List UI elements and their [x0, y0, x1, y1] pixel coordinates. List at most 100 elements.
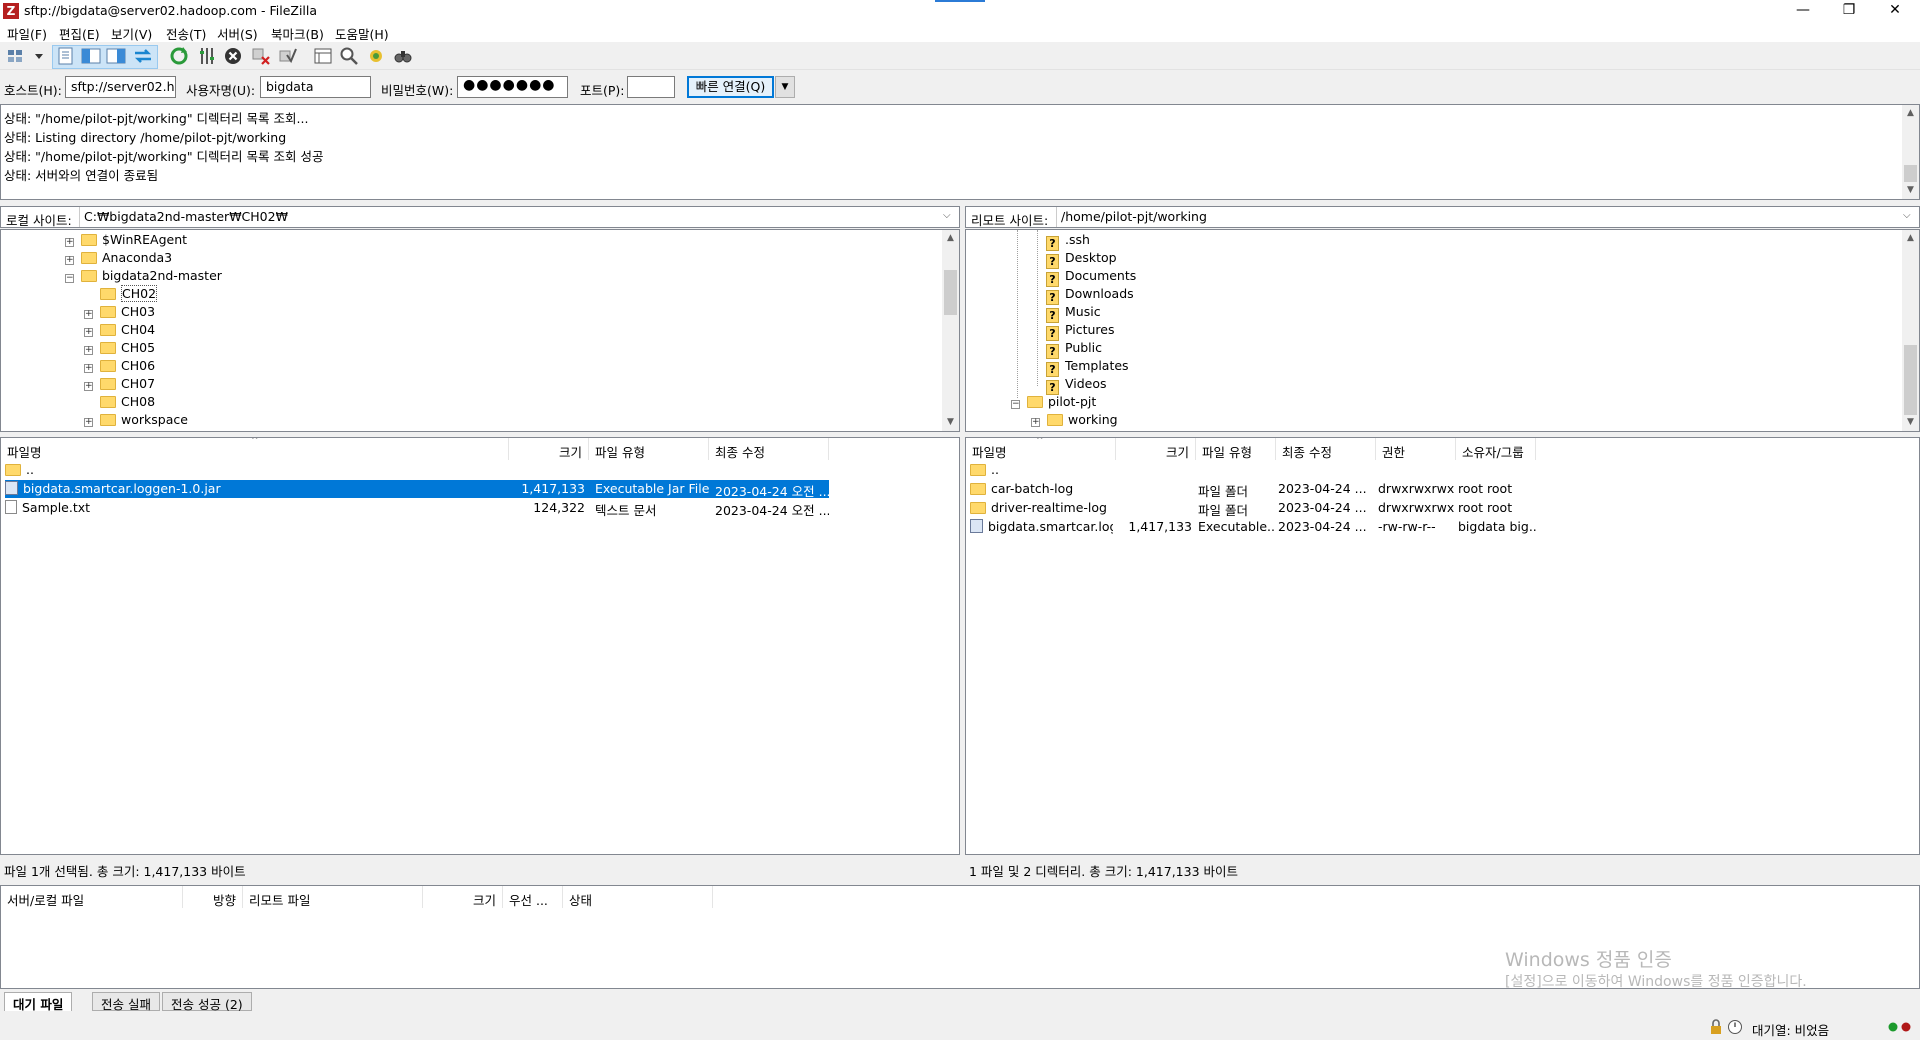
local-tree-node[interactable]: + CH06 [84, 358, 155, 376]
minimize-button[interactable]: — [1780, 0, 1826, 22]
remote-tree-node[interactable]: ? Downloads [1046, 286, 1134, 305]
remote-path-dropdown-icon[interactable]: ⌵ [1903, 210, 1911, 221]
local-col-size[interactable]: 크기 [509, 438, 589, 460]
menu-edit[interactable]: 편집(E) [59, 24, 100, 43]
local-tree-node[interactable]: + CH07 [84, 376, 155, 394]
remote-col-size[interactable]: 크기 [1116, 438, 1196, 460]
tree-expander-icon[interactable]: − [65, 274, 74, 283]
process-queue-icon[interactable] [196, 45, 218, 67]
local-tree-node[interactable]: + CH05 [84, 340, 155, 358]
file-row[interactable]: driver-realtime-log 파일 폴더 2023-04-24 ... dr… [970, 499, 1540, 518]
file-row[interactable]: Sample.txt 124,322 텍스트 문서 2023-04-24 오전 ... [5, 499, 829, 518]
file-row[interactable]: bigdata.smartcar.loggen-1.0.jar 1,417,133… [5, 480, 829, 499]
dropdown-arrow-icon[interactable] [28, 45, 43, 67]
tree-expander-icon[interactable]: + [84, 328, 93, 337]
remote-col-type[interactable]: 파일 유형 [1196, 438, 1276, 460]
remote-tree-node[interactable]: ? Public [1046, 340, 1102, 359]
toggle-local-tree-icon[interactable] [80, 45, 102, 67]
speed-limit-icon[interactable] [1727, 1019, 1743, 1035]
menu-transfer[interactable]: 전송(T) [166, 24, 206, 43]
quickconnect-history-dropdown[interactable]: ▼ [775, 76, 795, 98]
tab-successful-transfers[interactable]: 전송 성공 (2) [162, 992, 252, 1012]
remote-tree-node[interactable]: + working [1031, 412, 1118, 430]
remote-tree-node[interactable]: ? .ssh [1046, 232, 1090, 251]
file-row[interactable]: bigdata.smartcar.logg... 1,417,133 Executa… [970, 518, 1540, 536]
sync-browse-icon[interactable] [365, 45, 387, 67]
remote-col-modified[interactable]: 최종 수정 [1276, 438, 1376, 460]
remote-tree-node[interactable]: ? Documents [1046, 268, 1136, 287]
remote-tree-node[interactable]: ? Templates [1046, 358, 1129, 377]
file-row[interactable]: car-batch-log 파일 폴더 2023-04-24 ... drwxrwxr… [970, 480, 1540, 499]
toggle-compare-icon[interactable] [338, 45, 360, 67]
remote-path-input[interactable]: /home/pilot-pjt/working [1056, 207, 1916, 227]
toggle-remote-tree-icon[interactable] [105, 45, 127, 67]
menu-file[interactable]: 파일(F) [7, 24, 47, 43]
maximize-button[interactable]: ❐ [1826, 0, 1872, 22]
queue-col-status[interactable]: 상태 [563, 886, 713, 908]
remote-site-label: 리모트 사이트: [971, 213, 1049, 228]
port-input[interactable] [627, 76, 675, 98]
tree-expander-icon[interactable]: + [84, 310, 93, 319]
queue-col-priority[interactable]: 우선 ... [503, 886, 563, 908]
tree-expander-icon[interactable]: + [1031, 418, 1040, 427]
local-tree-node[interactable]: CH02 [84, 285, 158, 304]
local-tree-node[interactable]: + CH04 [84, 322, 155, 340]
cancel-icon[interactable] [222, 45, 244, 67]
file-row[interactable]: .. [5, 461, 829, 479]
site-manager-icon[interactable] [5, 45, 27, 67]
file-row[interactable]: .. [970, 461, 1540, 479]
reconnect-icon[interactable] [276, 45, 298, 67]
directory-listing-filters-icon[interactable] [312, 45, 334, 67]
host-input[interactable]: sftp://server02.hadoop.com [65, 76, 176, 98]
search-icon[interactable] [392, 45, 414, 67]
unknown-folder-icon: ? [1046, 380, 1059, 395]
local-tree-node[interactable]: + Anaconda3 [65, 250, 172, 268]
local-tree-node[interactable]: − bigdata2nd-master [65, 268, 222, 286]
remote-tree-node[interactable]: ? Pictures [1046, 322, 1115, 341]
remote-tree-node[interactable]: ? Videos [1046, 376, 1107, 395]
remote-tree: ? .ssh? Desktop? Documents? Downloads? Music?… [965, 229, 1920, 432]
tree-expander-icon[interactable]: + [84, 346, 93, 355]
remote-tree-scrollbar[interactable]: ▲ ▼ [1902, 230, 1919, 431]
local-col-modified[interactable]: 최종 수정 [709, 438, 829, 460]
local-tree-scrollbar[interactable]: ▲ ▼ [942, 230, 959, 431]
file-size-cell: 124,322 [533, 500, 585, 515]
menu-help[interactable]: 도움말(H) [335, 24, 389, 43]
refresh-icon[interactable] [168, 45, 190, 67]
toggle-queue-icon[interactable] [132, 45, 154, 67]
menu-bookmarks[interactable]: 북마크(B) [271, 24, 324, 43]
queue-col-size[interactable]: 크기 [423, 886, 503, 908]
tree-expander-icon[interactable]: + [84, 364, 93, 373]
toggle-log-icon[interactable] [55, 45, 77, 67]
tab-queued-files[interactable]: 대기 파일 [4, 992, 73, 1012]
remote-tree-node[interactable]: − pilot-pjt [1011, 394, 1096, 412]
local-tree-node[interactable]: + CH03 [84, 304, 155, 322]
menu-server[interactable]: 서버(S) [217, 24, 258, 43]
local-path-input[interactable]: C:₩bigdata2nd-master₩CH02₩ [79, 207, 959, 227]
disconnect-icon[interactable] [250, 45, 272, 67]
local-tree-node[interactable]: CH08 [84, 394, 155, 412]
local-tree-node[interactable]: + workspace [84, 412, 188, 430]
queue-col-local[interactable]: 서버/로컬 파일 [1, 886, 183, 908]
tree-expander-icon[interactable]: + [84, 418, 93, 427]
remote-col-owner[interactable]: 소유자/그룹 [1456, 438, 1536, 460]
tree-expander-icon[interactable]: + [65, 256, 74, 265]
password-input[interactable]: ●●●●●●● [457, 76, 568, 98]
local-tree-node[interactable]: + $WinREAgent [65, 232, 187, 250]
local-path-dropdown-icon[interactable]: ⌵ [943, 210, 951, 221]
quickconnect-button[interactable]: 빠른 연결(Q) [687, 76, 774, 98]
queue-col-direction[interactable]: 방향 [183, 886, 243, 908]
menu-view[interactable]: 보기(V) [111, 24, 152, 43]
local-col-type[interactable]: 파일 유형 [589, 438, 709, 460]
tree-expander-icon[interactable]: − [1011, 400, 1020, 409]
remote-col-permissions[interactable]: 권한 [1376, 438, 1456, 460]
remote-tree-node[interactable]: ? Music [1046, 304, 1101, 323]
tab-failed-transfers[interactable]: 전송 실패 [92, 992, 160, 1012]
user-input[interactable]: bigdata [260, 76, 371, 98]
tree-expander-icon[interactable]: + [84, 382, 93, 391]
log-scrollbar[interactable]: ▲ ▼ [1902, 105, 1919, 199]
close-button[interactable]: ✕ [1872, 0, 1918, 22]
tree-expander-icon[interactable]: + [65, 238, 74, 247]
queue-col-remote[interactable]: 리모트 파일 [243, 886, 423, 908]
remote-tree-node[interactable]: ? Desktop [1046, 250, 1117, 269]
